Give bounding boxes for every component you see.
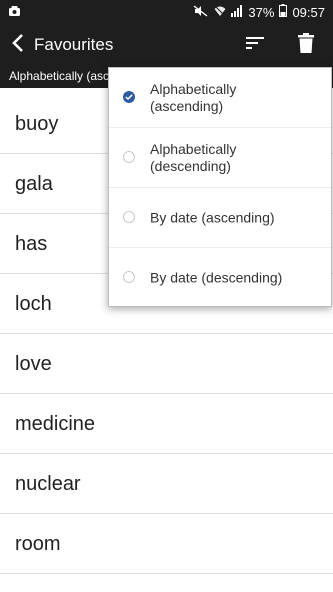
sort-button[interactable] [242, 34, 268, 56]
sort-menu: Alphabetically (ascending) Alphabeticall… [108, 67, 332, 307]
chevron-left-icon [12, 33, 24, 57]
status-bar: 37% 09:57 [0, 0, 333, 24]
sort-option-alpha-asc[interactable]: Alphabetically (ascending) [109, 68, 331, 128]
mute-icon [193, 4, 209, 20]
list-item[interactable]: nuclear [0, 454, 333, 514]
battery-percentage: 37% [248, 4, 275, 20]
radio-checked-icon [123, 91, 135, 103]
radio-unchecked-icon [123, 271, 135, 283]
sort-option-label: Alphabetically (descending) [150, 140, 237, 174]
wifi-icon [214, 5, 226, 20]
page-title: Favourites [34, 35, 114, 54]
battery-icon [279, 4, 288, 20]
sort-option-alpha-desc[interactable]: Alphabetically (descending) [109, 128, 331, 188]
app-bar: Favourites [0, 24, 333, 66]
status-left [8, 5, 21, 20]
trash-icon [298, 32, 314, 58]
sort-option-label: Alphabetically (ascending) [150, 80, 237, 114]
radio-unchecked-icon [123, 151, 135, 163]
back-button[interactable] [8, 33, 28, 57]
list-item[interactable]: medicine [0, 394, 333, 454]
list-item[interactable]: love [0, 334, 333, 394]
notification-icon [8, 5, 21, 20]
sort-icon [245, 36, 265, 55]
signal-icon [231, 4, 243, 20]
delete-button[interactable] [294, 32, 318, 58]
clock: 09:57 [292, 4, 325, 20]
sort-option-date-desc[interactable]: By date (descending) [109, 248, 331, 308]
status-right: 37% 09:57 [193, 4, 325, 20]
list-item[interactable]: room [0, 514, 333, 574]
sort-option-label: By date (descending) [150, 269, 283, 286]
sort-option-date-asc[interactable]: By date (ascending) [109, 188, 331, 248]
radio-unchecked-icon [123, 211, 135, 223]
sort-option-label: By date (ascending) [150, 209, 275, 225]
